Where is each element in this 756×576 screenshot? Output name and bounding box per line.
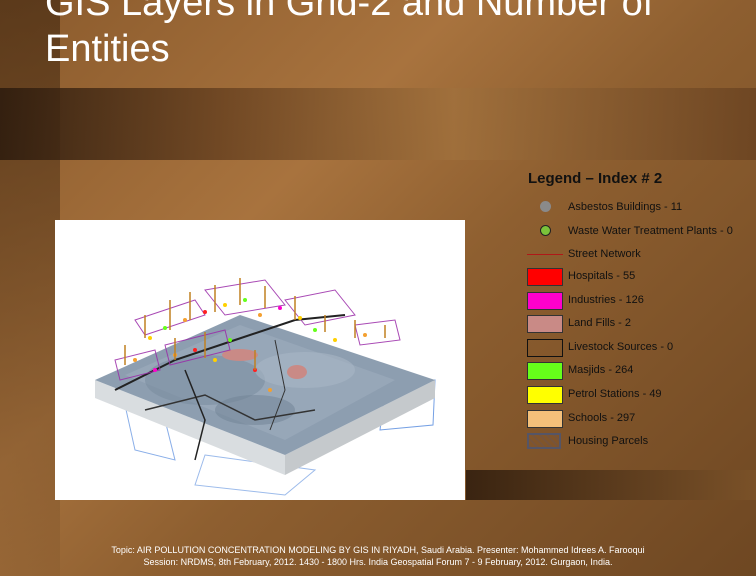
legend-item-label: Industries - 126 [568,294,644,306]
legend-item-label: Waste Water Treatment Plants - 0 [568,225,733,237]
legend-item-industries: Industries - 126 [527,292,756,312]
background-band [0,88,756,160]
color-swatch-icon [527,268,563,286]
legend-item-label: Petrol Stations - 49 [568,388,662,400]
legend-item-livestock-sources: Livestock Sources - 0 [527,339,756,359]
legend-item-label: Livestock Sources - 0 [568,341,674,353]
hatch-swatch-icon [527,433,561,449]
legend-item-label: Hospitals - 55 [568,270,636,282]
footer: Topic: AIR POLLUTION CONCENTRATION MODEL… [0,544,756,568]
gis-3d-map-graphic [95,278,436,496]
color-swatch-icon [527,386,563,404]
legend-item-hospitals: Hospitals - 55 [527,268,756,288]
legend-title: Legend – Index # 2 [528,170,663,187]
legend-item-waste-water-plants: Waste Water Treatment Plants - 0 [527,223,756,243]
footer-line-1: Topic: AIR POLLUTION CONCENTRATION MODEL… [111,545,645,555]
legend-item-label: Asbestos Buildings - 11 [568,201,683,213]
legend-item-petrol-stations: Petrol Stations - 49 [527,386,756,406]
footer-line-2: Session: NRDMS, 8th February, 2012. 1430… [143,557,613,567]
color-swatch-icon [527,339,563,357]
circle-icon [540,225,551,236]
legend-item-masjids: Masjids - 264 [527,362,756,382]
legend-item-label: Land Fills - 2 [568,317,631,329]
circle-icon [540,201,551,212]
legend-item-label: Schools - 297 [568,412,636,424]
line-icon [527,254,563,255]
color-swatch-icon [527,410,563,428]
slide-title: GIS Layers in Grid-2 and Number of Entit… [45,0,654,70]
background-decoration-left [0,0,60,576]
legend-item-label: Street Network [568,248,641,260]
legend-item-label: Masjids - 264 [568,364,634,376]
legend-item-label: Housing Parcels [568,435,649,447]
gis-3d-map-image [55,220,465,500]
legend-item-land-fills: Land Fills - 2 [527,315,756,335]
background-band-lower [466,470,756,500]
color-swatch-icon [527,315,563,333]
legend-item-asbestos-buildings: Asbestos Buildings - 11 [527,199,756,219]
legend-item-schools: Schools - 297 [527,410,756,430]
legend-item-housing-parcels: Housing Parcels [527,433,756,453]
color-swatch-icon [527,362,563,380]
color-swatch-icon [527,292,563,310]
legend-item-street-network: Street Network [527,246,756,266]
